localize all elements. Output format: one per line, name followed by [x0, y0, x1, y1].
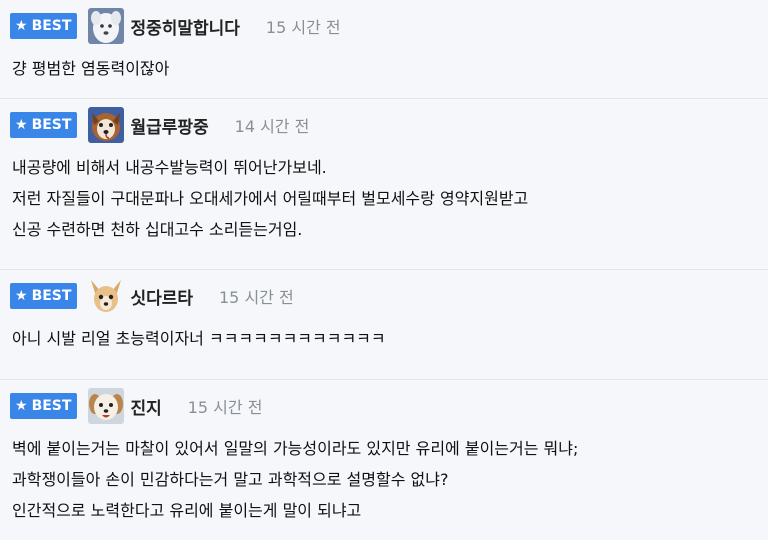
nickname[interactable]: 진지	[130, 394, 161, 419]
comment-line: 내공량에 비해서 내공수발능력이 뛰어난가보네.	[12, 158, 327, 177]
comment-line: 아니 시발 리얼 초능력이자너 ㅋㅋㅋㅋㅋㅋㅋㅋㅋㅋㅋㅋ	[12, 329, 386, 348]
puppy-avatar-icon	[88, 388, 125, 424]
comment-header: ★ BEST 정중히말합니다 15 시간 전	[10, 8, 756, 44]
star-icon: ★	[15, 18, 28, 34]
star-icon: ★	[15, 398, 28, 414]
comment-header: ★ BEST 진지 15 시간 전	[10, 388, 756, 424]
avatar[interactable]	[88, 107, 125, 143]
best-label: BEST	[31, 288, 72, 304]
comment-line: 걍 평범한 염동력이잖아	[12, 59, 170, 78]
comment-item: ★ BEST 정중히말합니다 15 시간 전 걍 평범한 염동력이잖아	[0, 0, 768, 99]
chihuahua-avatar-icon	[88, 278, 125, 314]
comment-body: 아니 시발 리얼 초능력이자너 ㅋㅋㅋㅋㅋㅋㅋㅋㅋㅋㅋㅋ	[10, 323, 756, 354]
star-icon: ★	[15, 288, 28, 304]
nickname[interactable]: 월급루팡중	[130, 113, 208, 138]
timestamp: 15 시간 전	[219, 288, 294, 307]
comment-body: 내공량에 비해서 내공수발능력이 뛰어난가보네. 저런 자질들이 구대문파나 오…	[10, 152, 756, 245]
timestamp: 15 시간 전	[187, 398, 263, 417]
comment-header: ★ BEST 월급루팡중 14 시간 전	[10, 107, 756, 143]
comment-list: ★ BEST 정중히말합니다 15 시간 전 걍 평범한 염동력이잖아 ★ BE…	[0, 0, 768, 540]
best-badge[interactable]: ★ BEST	[10, 283, 78, 309]
best-badge[interactable]: ★ BEST	[10, 393, 78, 419]
comment-line: 과학쟁이들아 손이 민감하다는거 말고 과학적으로 설명할수 없냐?	[12, 470, 449, 489]
comment-item: ★ BEST 진지 15 시간 전 벽에 붙이는거는 마찰이 있어서 일말의 가…	[0, 380, 768, 540]
comment-line: 벽에 붙이는거는 마찰이 있어서 일말의 가능성이라도 있지만 유리에 붙이는거…	[12, 439, 579, 458]
best-label: BEST	[31, 117, 72, 133]
avatar[interactable]	[88, 8, 125, 44]
comment-header: ★ BEST 싯다르타 15 시간 전	[10, 278, 756, 314]
brown-dog-avatar-icon	[88, 107, 125, 143]
timestamp: 14 시간 전	[234, 117, 310, 136]
best-badge[interactable]: ★ BEST	[10, 13, 78, 39]
nickname[interactable]: 싯다르타	[130, 284, 193, 309]
nickname[interactable]: 정중히말합니다	[130, 14, 239, 39]
white-dog-avatar-icon	[88, 8, 125, 44]
best-badge[interactable]: ★ BEST	[10, 112, 78, 138]
avatar[interactable]	[88, 278, 125, 314]
comment-line: 저런 자질들이 구대문파나 오대세가에서 어릴때부터 벌모세수랑 영약지원받고	[12, 189, 529, 208]
best-label: BEST	[31, 398, 72, 414]
comment-line: 인간적으로 노력한다고 유리에 붙이는게 말이 되냐고	[12, 501, 362, 520]
comment-item: ★ BEST 월급루팡중 14 시간 전 내공량에 비해서 내공수발능력이 뛰어…	[0, 99, 768, 270]
comment-item: ★ BEST 싯다르타 15 시간 전 아니 시발 리얼 초능력이자너 ㅋㅋㅋㅋ…	[0, 270, 768, 380]
avatar[interactable]	[88, 388, 125, 424]
comment-line: 신공 수련하면 천하 십대고수 소리듣는거임.	[12, 220, 303, 239]
comment-body: 걍 평범한 염동력이잖아	[10, 53, 756, 84]
best-label: BEST	[31, 18, 72, 34]
star-icon: ★	[15, 117, 28, 133]
timestamp: 15 시간 전	[265, 18, 341, 37]
comment-body: 벽에 붙이는거는 마찰이 있어서 일말의 가능성이라도 있지만 유리에 붙이는거…	[10, 433, 756, 526]
